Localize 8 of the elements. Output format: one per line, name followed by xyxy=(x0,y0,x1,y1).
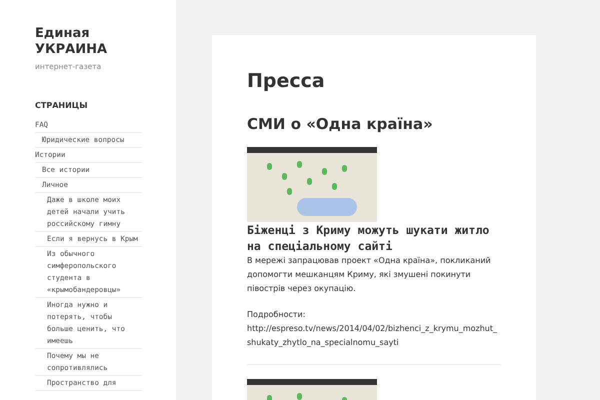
section-heading: СМИ о «Одна країна» xyxy=(247,114,434,134)
post-text: В мережі запрацював проект «Одна країна», покликаний допомогти мешканцям Криму, які змушені покинути півострів через окупацію. xyxy=(247,255,492,295)
sidebar-heading: СТРАНИЦЫ xyxy=(35,100,88,112)
post-title[interactable]: Біженці з Криму можуть шукати житло на спеціальному сайті xyxy=(247,222,501,254)
details-label: Подробности: xyxy=(247,309,306,321)
post-link[interactable]: http://espreso.tv/news/2014/04/02/bizhenci_z_krymu_mozhut_shukaty_zhytlo_na_specialnomu_sayti xyxy=(247,322,501,350)
page-title: Пресса xyxy=(247,69,326,94)
site-title[interactable]: Единая УКРАИНА xyxy=(35,26,125,58)
